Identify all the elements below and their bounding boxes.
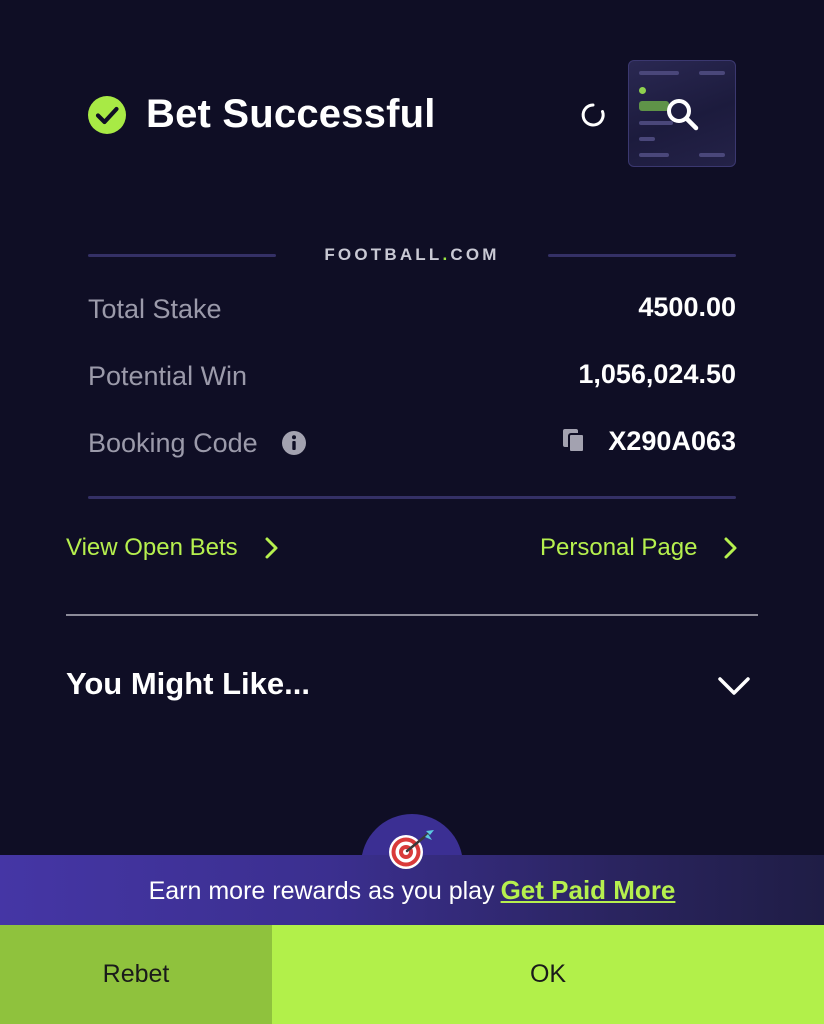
target-dart-icon	[389, 830, 434, 869]
potential-win-value: 1,056,024.50	[578, 359, 736, 389]
brand-divider: FOOTBALL.COM	[88, 242, 736, 270]
rewards-text: Earn more rewards as you play Get Paid Mo…	[148, 875, 676, 905]
recommendations-title[interactable]: You Might Like...	[66, 666, 310, 702]
check-circle-icon	[88, 95, 126, 134]
header: Bet Successful	[88, 92, 436, 137]
thumbnail-decoration	[639, 137, 655, 141]
divider	[66, 614, 758, 616]
view-open-bets-label: View Open Bets	[66, 534, 238, 561]
chevron-right-icon	[265, 537, 278, 559]
potential-win-row: Potential Win 1,056,024.50	[88, 355, 736, 395]
booking-code-value[interactable]: X290A063	[608, 426, 736, 457]
booking-code-label: Booking Code	[88, 428, 258, 458]
chevron-down-icon[interactable]	[716, 674, 752, 698]
bet-success-screen: Bet Successful FOOTBALL.COM Total Stake …	[0, 0, 824, 1024]
rebet-button[interactable]: Rebet	[0, 925, 272, 1024]
ok-button[interactable]: OK	[272, 925, 824, 1024]
view-open-bets-link[interactable]: View Open Bets	[66, 534, 280, 562]
divider-line	[548, 254, 736, 257]
total-stake-value: 4500.00	[638, 292, 736, 322]
bet-slip-thumbnail[interactable]	[628, 60, 736, 167]
divider	[88, 496, 736, 499]
thumbnail-decoration	[699, 71, 725, 75]
total-stake-row: Total Stake 4500.00	[88, 288, 736, 328]
chevron-right-icon	[724, 537, 737, 559]
page-title: Bet Successful	[146, 92, 436, 136]
get-paid-more-link[interactable]: Get Paid More	[501, 875, 676, 905]
copy-icon[interactable]	[562, 428, 586, 454]
loading-spinner-icon	[581, 103, 605, 127]
total-stake-label: Total Stake	[88, 294, 222, 324]
thumbnail-decoration	[639, 71, 679, 75]
booking-code-row: Booking Code X290A063	[88, 422, 736, 462]
info-icon[interactable]	[281, 430, 307, 456]
search-icon	[667, 99, 699, 131]
potential-win-label: Potential Win	[88, 361, 248, 391]
thumbnail-decoration	[639, 87, 646, 94]
thumbnail-decoration	[699, 153, 725, 157]
personal-page-label: Personal Page	[540, 534, 698, 561]
personal-page-link[interactable]: Personal Page	[540, 534, 739, 562]
thumbnail-decoration	[639, 153, 669, 157]
